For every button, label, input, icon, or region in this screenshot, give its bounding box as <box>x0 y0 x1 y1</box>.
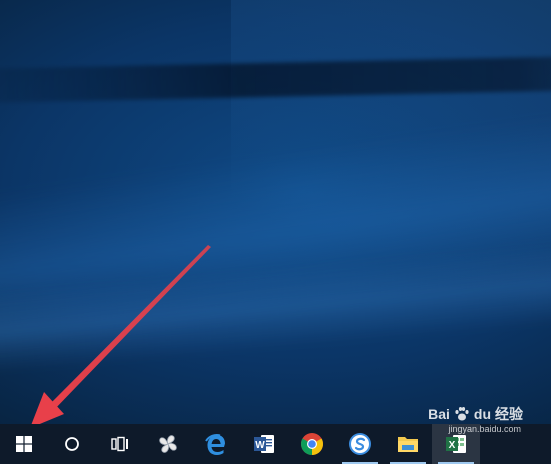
file-explorer-button[interactable] <box>384 424 432 464</box>
desktop-wallpaper <box>0 0 551 424</box>
chrome-button[interactable] <box>288 424 336 464</box>
svg-text:X: X <box>449 440 456 451</box>
chrome-icon <box>301 433 323 455</box>
excel-button[interactable]: X <box>432 424 480 464</box>
task-view-button[interactable] <box>96 424 144 464</box>
wallpaper-light-pane <box>231 0 551 424</box>
task-view-icon <box>111 436 128 452</box>
svg-text:W: W <box>255 440 265 451</box>
edge-e-icon <box>205 434 225 455</box>
browser-s-button[interactable] <box>336 424 384 464</box>
pinwheel-icon <box>159 435 177 453</box>
edge-button[interactable] <box>192 424 240 464</box>
windows-logo-icon <box>16 436 32 452</box>
s-browser-icon <box>349 433 371 455</box>
cortana-circle-icon <box>65 437 79 451</box>
word-button[interactable]: W <box>240 424 288 464</box>
taskbar: W X <box>0 424 551 464</box>
start-button[interactable] <box>0 424 48 464</box>
pinwheel-app-button[interactable] <box>144 424 192 464</box>
word-icon: W <box>254 435 274 453</box>
excel-icon: X <box>446 435 466 453</box>
search-button[interactable] <box>48 424 96 464</box>
folder-icon <box>398 437 418 452</box>
